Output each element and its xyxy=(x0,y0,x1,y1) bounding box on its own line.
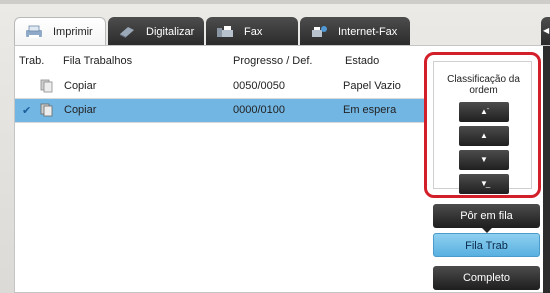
document-icon xyxy=(40,79,54,93)
header-trab: Trab. xyxy=(19,55,45,67)
tab-print[interactable]: Imprimir xyxy=(14,17,106,46)
spool-button[interactable]: Pôr em fila xyxy=(433,204,540,228)
arrow-to-bottom-icon: ▼̲ xyxy=(480,179,488,188)
sort-order-panel: Classificação da ordem ▲̄ ▲ ▼ ▼̲ xyxy=(433,61,532,194)
right-scroll-edge xyxy=(543,46,550,293)
internet-fax-icon xyxy=(310,25,328,39)
header-progress: Progresso / Def. xyxy=(233,55,313,67)
arrow-to-top-icon: ▲̄ xyxy=(480,107,488,116)
job-type-tabs: Imprimir Digitalizar Fax Internet-Fax xyxy=(14,17,412,46)
top-border xyxy=(0,0,550,4)
arrow-up-icon: ▲ xyxy=(480,131,488,140)
tabs-scroll-button[interactable]: ◀ xyxy=(541,17,550,46)
job-progress: 0050/0050 xyxy=(233,80,285,92)
scanner-icon xyxy=(118,25,136,39)
header-queue: Fila Trabalhos xyxy=(63,55,133,67)
sort-order-label: Classificação da ordem xyxy=(447,74,520,96)
complete-button[interactable]: Completo xyxy=(433,266,540,290)
header-status: Estado xyxy=(345,55,380,67)
fax-icon xyxy=(216,25,234,39)
job-status-screen: Imprimir Digitalizar Fax Internet-Fax ◀ … xyxy=(0,0,550,293)
move-up-button[interactable]: ▲ xyxy=(459,126,509,146)
chevron-left-icon: ◀ xyxy=(543,26,550,35)
printer-icon xyxy=(25,25,43,39)
job-status: Em espera xyxy=(343,104,397,116)
move-down-button[interactable]: ▼ xyxy=(459,150,509,170)
job-queue-button[interactable]: Fila Trab xyxy=(433,233,540,257)
sort-order-highlight: Classificação da ordem ▲̄ ▲ ▼ ▼̲ xyxy=(424,52,541,198)
tab-scan[interactable]: Digitalizar xyxy=(108,17,204,46)
job-list-header: Trab. Fila Trabalhos Progresso / Def. Es… xyxy=(15,46,425,74)
document-icon xyxy=(40,103,54,117)
tab-label: Internet-Fax xyxy=(338,25,398,38)
job-name: Copiar xyxy=(64,80,97,92)
tab-label: Imprimir xyxy=(53,26,93,38)
job-progress: 0000/0100 xyxy=(233,104,285,116)
job-queue-label: Fila Trab xyxy=(465,240,508,252)
tab-internet-fax[interactable]: Internet-Fax xyxy=(300,17,410,46)
job-status: Papel Vazio xyxy=(343,80,401,92)
tab-label: Fax xyxy=(244,25,263,38)
move-to-bottom-button[interactable]: ▼̲ xyxy=(459,174,509,194)
job-row-selected[interactable]: ✔ Copiar 0000/0100 Em espera xyxy=(15,99,425,123)
tab-fax[interactable]: Fax xyxy=(206,17,298,46)
tab-label: Digitalizar xyxy=(146,25,195,38)
check-icon: ✔ xyxy=(22,105,32,117)
arrow-down-icon: ▼ xyxy=(480,155,488,164)
job-name: Copiar xyxy=(64,104,97,116)
job-row[interactable]: Copiar 0050/0050 Papel Vazio xyxy=(15,75,425,99)
move-to-top-button[interactable]: ▲̄ xyxy=(459,102,509,122)
